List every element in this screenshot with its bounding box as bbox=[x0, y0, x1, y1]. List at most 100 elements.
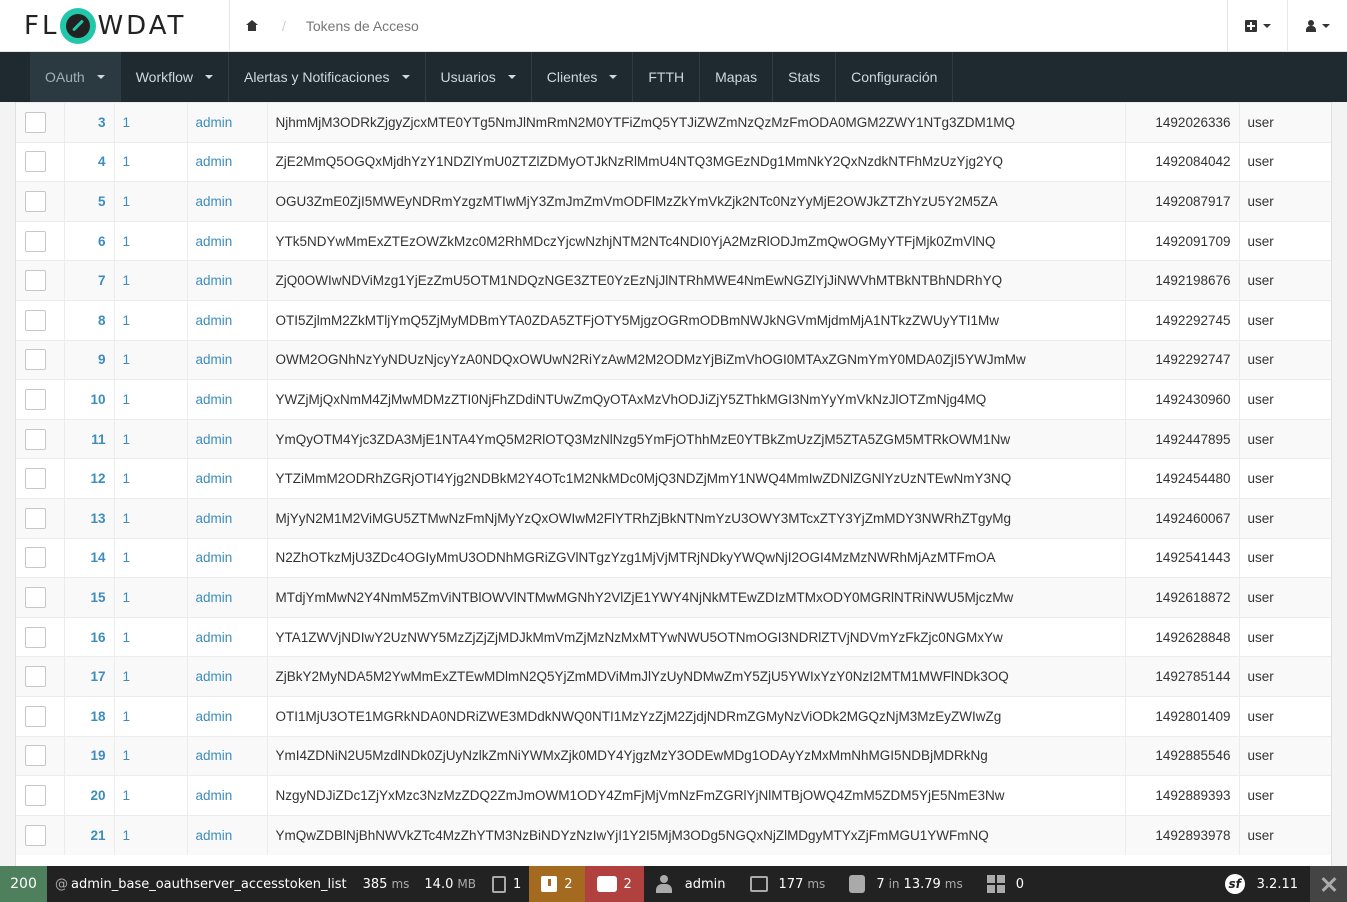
cache-segment[interactable]: 0 bbox=[975, 866, 1036, 902]
row-checkbox[interactable] bbox=[25, 388, 46, 410]
status-code[interactable]: 200 bbox=[0, 866, 47, 902]
row-checkbox[interactable] bbox=[25, 547, 46, 569]
token-id-link[interactable]: 9 bbox=[64, 339, 115, 380]
row-checkbox[interactable] bbox=[25, 190, 46, 212]
row-checkbox[interactable] bbox=[25, 666, 46, 688]
row-checkbox[interactable] bbox=[25, 586, 46, 608]
token-id-link[interactable]: 19 bbox=[64, 735, 115, 776]
user-link[interactable]: admin bbox=[187, 497, 268, 539]
user-link[interactable]: admin bbox=[187, 814, 268, 855]
token-id-link[interactable]: 4 bbox=[64, 141, 115, 182]
user-link[interactable]: admin bbox=[187, 379, 268, 420]
nav-item-mapas[interactable]: Mapas bbox=[700, 52, 774, 102]
client-link[interactable]: 1 bbox=[114, 379, 188, 420]
row-checkbox[interactable] bbox=[25, 468, 46, 490]
client-link[interactable]: 1 bbox=[114, 260, 188, 301]
user-link[interactable]: admin bbox=[187, 775, 268, 816]
row-checkbox[interactable] bbox=[25, 428, 46, 450]
translation-segment[interactable]: 2 bbox=[584, 866, 644, 902]
row-checkbox[interactable] bbox=[25, 507, 46, 529]
user-link[interactable]: admin bbox=[187, 695, 268, 736]
row-checkbox[interactable] bbox=[25, 151, 46, 173]
twig-segment[interactable]: 177 ms bbox=[738, 866, 838, 902]
row-checkbox[interactable] bbox=[25, 784, 46, 806]
client-link[interactable]: 1 bbox=[114, 497, 188, 539]
row-checkbox[interactable] bbox=[25, 705, 46, 727]
token-id-link[interactable]: 18 bbox=[64, 695, 115, 736]
token-id-link[interactable]: 13 bbox=[64, 497, 115, 539]
token-id-link[interactable]: 3 bbox=[64, 102, 115, 143]
row-checkbox[interactable] bbox=[25, 745, 46, 767]
row-checkbox[interactable] bbox=[25, 270, 46, 292]
client-link[interactable]: 1 bbox=[114, 458, 188, 499]
close-icon[interactable] bbox=[1310, 866, 1347, 902]
client-link[interactable]: 1 bbox=[114, 577, 188, 618]
symfony-version-segment[interactable]: sf 3.2.11 bbox=[1224, 866, 1347, 902]
client-link[interactable]: 1 bbox=[114, 220, 188, 261]
user-link[interactable]: admin bbox=[187, 418, 268, 459]
forms-segment[interactable]: 1 bbox=[484, 866, 529, 902]
nav-item-ftth[interactable]: FTTH bbox=[633, 52, 701, 102]
client-link[interactable]: 1 bbox=[114, 616, 188, 657]
user-link[interactable]: admin bbox=[187, 616, 268, 657]
nav-item-clientes[interactable]: Clientes bbox=[532, 52, 634, 102]
client-link[interactable]: 1 bbox=[114, 695, 188, 736]
row-checkbox[interactable] bbox=[25, 230, 46, 252]
row-checkbox[interactable] bbox=[25, 111, 46, 133]
token-id-link[interactable]: 14 bbox=[64, 537, 115, 578]
user-menu-button[interactable] bbox=[1287, 0, 1347, 52]
user-link[interactable]: admin bbox=[187, 656, 268, 697]
token-id-link[interactable]: 21 bbox=[64, 814, 115, 855]
security-segment[interactable]: admin bbox=[644, 866, 738, 902]
client-link[interactable]: 1 bbox=[114, 537, 188, 578]
nav-item-stats[interactable]: Stats bbox=[773, 52, 837, 102]
token-id-link[interactable]: 17 bbox=[64, 656, 115, 697]
database-segment[interactable]: 7 in 13.79 ms bbox=[837, 866, 974, 902]
user-link[interactable]: admin bbox=[187, 299, 268, 341]
nav-item-alertas-y-notificaciones[interactable]: Alertas y Notificaciones bbox=[229, 52, 426, 102]
client-link[interactable]: 1 bbox=[114, 299, 188, 341]
token-id-link[interactable]: 7 bbox=[64, 260, 115, 301]
user-link[interactable]: admin bbox=[187, 181, 268, 222]
logs-segment[interactable]: 2 bbox=[529, 866, 585, 902]
user-link[interactable]: admin bbox=[187, 537, 268, 578]
user-link[interactable]: admin bbox=[187, 220, 268, 261]
token-id-link[interactable]: 16 bbox=[64, 616, 115, 657]
token-id-link[interactable]: 8 bbox=[64, 299, 115, 341]
token-id-link[interactable]: 5 bbox=[64, 181, 115, 222]
home-icon[interactable] bbox=[246, 20, 258, 31]
client-link[interactable]: 1 bbox=[114, 656, 188, 697]
token-id-link[interactable]: 11 bbox=[64, 418, 115, 459]
user-link[interactable]: admin bbox=[187, 339, 268, 380]
client-link[interactable]: 1 bbox=[114, 102, 188, 143]
client-link[interactable]: 1 bbox=[114, 418, 188, 459]
time-segment[interactable]: 385 ms 14.0 MB bbox=[355, 866, 484, 902]
nav-item-oauth[interactable]: OAuth bbox=[30, 52, 121, 102]
user-link[interactable]: admin bbox=[187, 260, 268, 301]
token-id-link[interactable]: 10 bbox=[64, 379, 115, 420]
user-link[interactable]: admin bbox=[187, 458, 268, 499]
route-segment[interactable]: @ admin_base_oauthserver_accesstoken_lis… bbox=[47, 866, 355, 902]
nav-item-workflow[interactable]: Workflow bbox=[121, 52, 230, 102]
client-link[interactable]: 1 bbox=[114, 775, 188, 816]
row-checkbox[interactable] bbox=[25, 824, 46, 846]
user-link[interactable]: admin bbox=[187, 577, 268, 618]
client-link[interactable]: 1 bbox=[114, 339, 188, 380]
token-id-link[interactable]: 6 bbox=[64, 220, 115, 261]
client-link[interactable]: 1 bbox=[114, 735, 188, 776]
nav-item-configuraci-n[interactable]: Configuración bbox=[836, 52, 954, 102]
row-checkbox[interactable] bbox=[25, 626, 46, 648]
token-id-link[interactable]: 15 bbox=[64, 577, 115, 618]
row-checkbox[interactable] bbox=[25, 309, 46, 331]
user-link[interactable]: admin bbox=[187, 735, 268, 776]
user-link[interactable]: admin bbox=[187, 102, 268, 143]
client-link[interactable]: 1 bbox=[114, 814, 188, 855]
token-id-link[interactable]: 12 bbox=[64, 458, 115, 499]
logo[interactable]: FL WDAT bbox=[0, 0, 230, 52]
nav-item-usuarios[interactable]: Usuarios bbox=[426, 52, 532, 102]
token-id-link[interactable]: 20 bbox=[64, 775, 115, 816]
client-link[interactable]: 1 bbox=[114, 141, 188, 182]
client-link[interactable]: 1 bbox=[114, 181, 188, 222]
user-link[interactable]: admin bbox=[187, 141, 268, 182]
row-checkbox[interactable] bbox=[25, 349, 46, 371]
